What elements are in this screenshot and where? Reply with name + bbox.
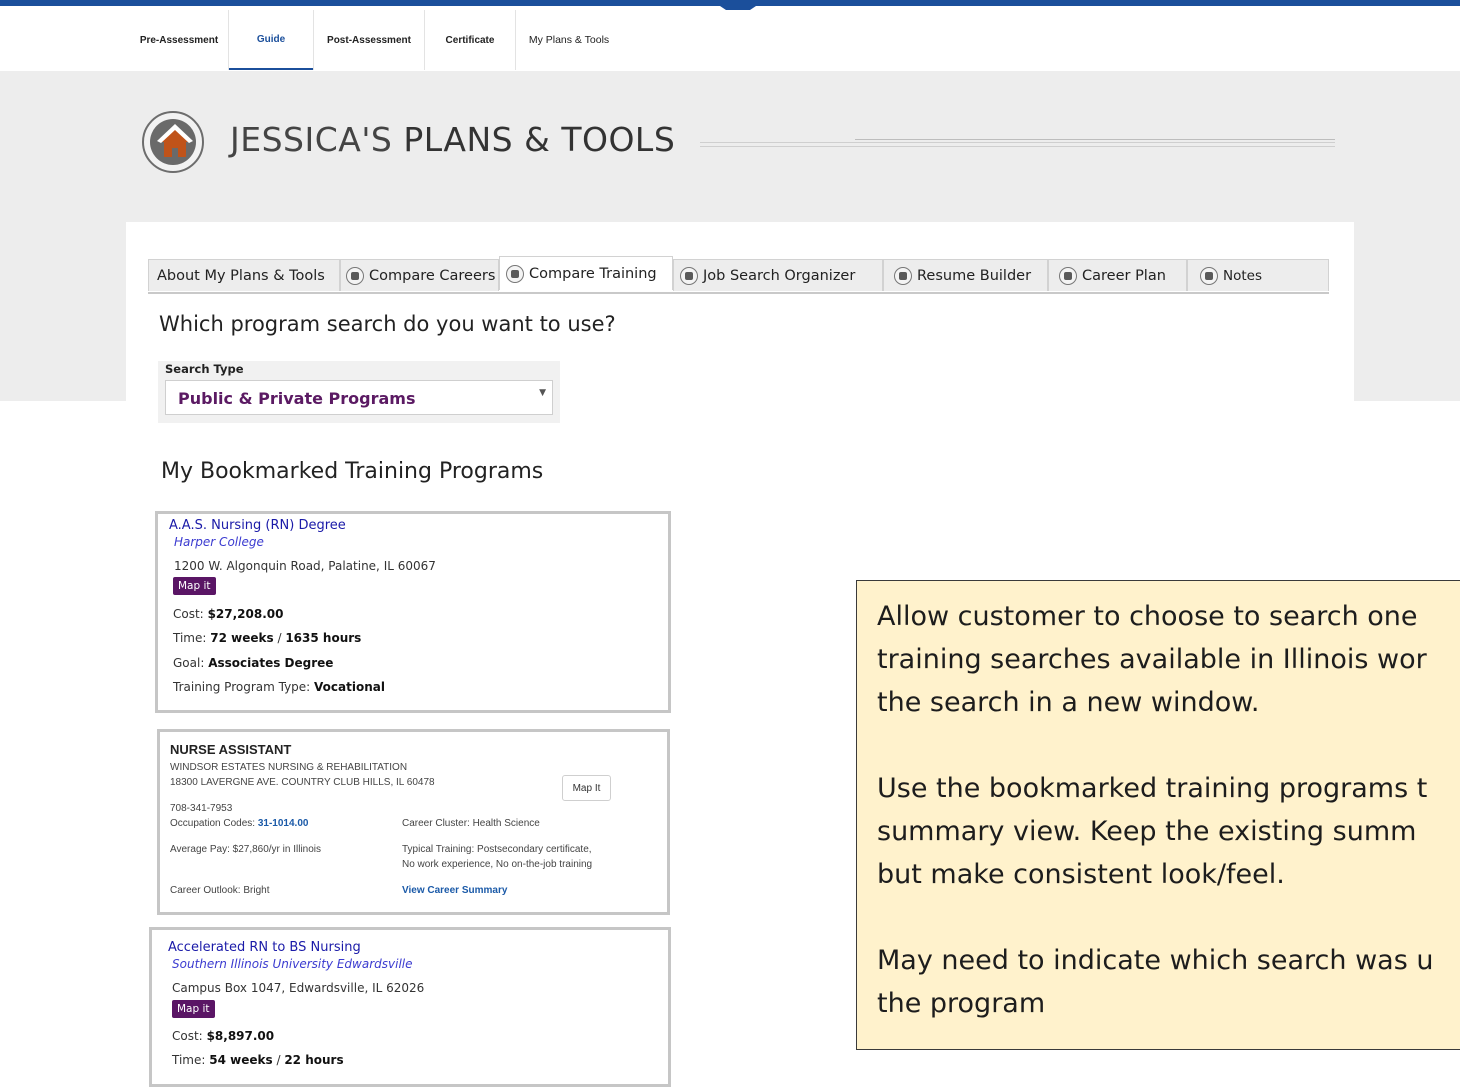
program-address: 1200 W. Algonquin Road, Palatine, IL 600…: [174, 559, 436, 573]
page-title: JESSICA'S PLANS & TOOLS: [230, 120, 675, 159]
nav-my-plans-tools[interactable]: My Plans & Tools: [516, 10, 622, 70]
nav-certificate[interactable]: Certificate: [425, 10, 515, 70]
tab-job-search-label: Job Search Organizer: [703, 267, 856, 284]
school-link[interactable]: Harper College: [174, 535, 264, 549]
page-title-owner: JESSICA'S: [230, 120, 393, 159]
nav-certificate-label: Certificate: [445, 34, 495, 46]
program-type: Training Program Type: Vocational: [173, 680, 385, 694]
nav-pre-assessment-label: Pre-Assessment: [139, 34, 219, 46]
bookmarks-heading: My Bookmarked Training Programs: [161, 459, 544, 484]
occupation-title: NURSE ASSISTANT: [170, 742, 292, 757]
career-cluster: Career Cluster: Health Science: [402, 818, 540, 829]
tab-about-my-plans-tools[interactable]: About My Plans & Tools: [148, 259, 340, 291]
nav-post-assessment[interactable]: Post-Assessment: [314, 10, 424, 70]
program-cost: Cost: $8,897.00: [172, 1029, 275, 1043]
tab-notes[interactable]: Notes: [1187, 259, 1329, 291]
provider-phone: 708-341-7953: [170, 803, 233, 814]
nav-post-assessment-label: Post-Assessment: [327, 34, 411, 46]
tab-resume-builder-label: Resume Builder: [917, 267, 1032, 284]
search-type-value: Public & Private Programs: [178, 389, 416, 408]
program-goal: Goal: Associates Degree: [173, 656, 334, 670]
tab-resume-builder[interactable]: Resume Builder: [883, 259, 1048, 291]
program-title-link[interactable]: Accelerated RN to BS Nursing: [168, 940, 361, 955]
search-question: Which program search do you want to use?: [159, 312, 616, 336]
program-cost: Cost: $27,208.00: [173, 607, 284, 621]
search-type-select[interactable]: Public & Private Programs ▼: [165, 380, 553, 415]
program-time: Time: 54 weeks / 22 hours: [172, 1053, 344, 1067]
nav-guide[interactable]: Guide: [229, 10, 313, 70]
program-address: Campus Box 1047, Edwardsville, IL 62026: [172, 981, 425, 995]
tab-notes-label: Notes: [1223, 267, 1262, 284]
map-it-button[interactable]: Map it: [173, 577, 216, 595]
band-slope-right: [1355, 300, 1460, 310]
tab-compare-training-label: Compare Training: [529, 265, 657, 282]
nav-pre-assessment[interactable]: Pre-Assessment: [130, 10, 228, 70]
notes-icon: [1200, 266, 1218, 285]
tab-career-plan[interactable]: Career Plan: [1048, 259, 1187, 291]
map-it-button[interactable]: Map It: [562, 775, 611, 801]
school-link[interactable]: Southern Illinois University Edwardsvill…: [172, 957, 413, 971]
callout-line: Use the bookmarked training programs t: [877, 773, 1428, 804]
job-search-icon: [680, 266, 698, 285]
dropdown-caret-icon: ▼: [539, 388, 546, 398]
resume-builder-icon: [894, 266, 912, 285]
typical-training-line2: No work experience, No on-the-job traini…: [402, 859, 593, 870]
plans-tools-tabs: About My Plans & Tools Compare Careers C…: [148, 256, 1329, 294]
provider-address: 18300 LAVERGNE AVE. COUNTRY CLUB HILLS, …: [170, 777, 435, 788]
top-navigation: Pre-Assessment Guide Post-Assessment Cer…: [130, 10, 1345, 72]
compare-careers-icon: [346, 266, 364, 285]
callout-line: training searches available in Illinois …: [877, 644, 1427, 675]
nav-guide-label: Guide: [256, 33, 286, 45]
callout-line: May need to indicate which search was u: [877, 945, 1434, 976]
career-plan-icon: [1059, 266, 1077, 285]
career-outlook: Career Outlook: Bright: [170, 885, 270, 896]
title-rule: [700, 146, 1335, 147]
tab-compare-training[interactable]: Compare Training: [499, 256, 673, 290]
occupation-codes: Occupation Codes: 31-1014.00: [170, 818, 309, 829]
map-it-button[interactable]: Map it: [172, 1000, 215, 1018]
average-pay: Average Pay: $27,860/yr in Illinois: [170, 844, 322, 855]
occupation-code-link[interactable]: 31-1014.00: [258, 818, 309, 829]
page-title-main: PLANS & TOOLS: [403, 120, 676, 159]
tab-compare-careers-label: Compare Careers: [369, 267, 496, 284]
search-type-label: Search Type: [165, 362, 244, 376]
band-slope-left: [0, 385, 130, 401]
callout-line: but make consistent look/feel.: [877, 859, 1285, 890]
nav-my-plans-tools-label: My Plans & Tools: [528, 34, 610, 46]
compare-training-icon: [506, 264, 524, 283]
callout-line: the search in a new window.: [877, 687, 1260, 718]
view-career-summary-link[interactable]: View Career Summary: [402, 885, 507, 896]
title-rule: [700, 142, 1335, 143]
home-icon: [142, 111, 204, 173]
annotation-callout: Allow customer to choose to search one t…: [856, 580, 1460, 1050]
program-time: Time: 72 weeks / 1635 hours: [173, 631, 362, 645]
typical-training-line1: Typical Training: Postsecondary certific…: [402, 844, 592, 855]
title-rule: [855, 139, 1335, 140]
tab-career-plan-label: Career Plan: [1082, 267, 1166, 284]
tab-about-label: About My Plans & Tools: [157, 267, 325, 284]
tab-job-search-organizer[interactable]: Job Search Organizer: [673, 259, 883, 291]
program-title-link[interactable]: A.A.S. Nursing (RN) Degree: [169, 518, 346, 533]
callout-line: the program: [877, 988, 1046, 1019]
callout-line: Allow customer to choose to search one: [877, 601, 1418, 632]
provider-name: WINDSOR ESTATES NURSING & REHABILITATION: [170, 762, 408, 773]
tab-compare-careers[interactable]: Compare Careers: [340, 259, 499, 291]
callout-line: summary view. Keep the existing summ: [877, 816, 1417, 847]
